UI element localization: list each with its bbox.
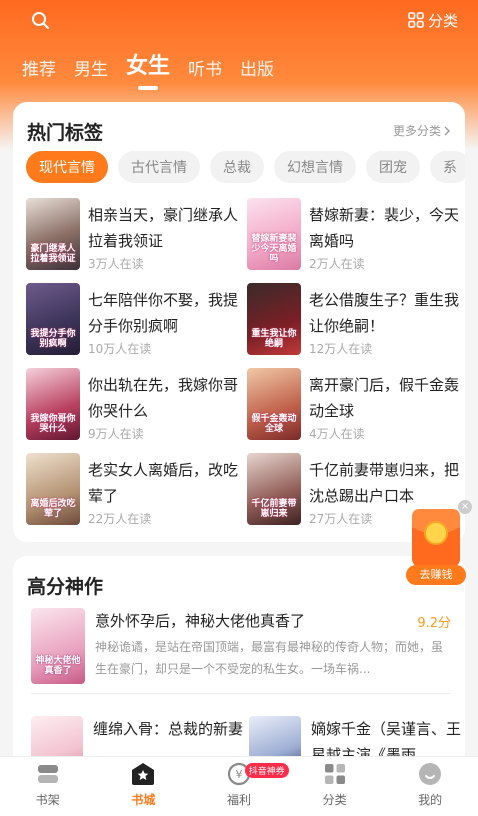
book-title: 千亿前妻带崽归来，把沈总踢出户口本 [309, 461, 460, 505]
book-description: 神秘诡谲，是站在帝国顶端，最富有最神秘的传奇人物；而她，虽生在豪门，却只是一个不… [95, 640, 444, 676]
book-title: 替嫁新妻：裴少，今天离婚吗 [309, 206, 460, 250]
earn-money-widget[interactable]: 去赚钱 [406, 507, 466, 585]
book-title: 意外怀孕后，神秘大佬他真香了 [95, 612, 306, 630]
bookshelf-icon [37, 765, 58, 783]
book-cover: 重生我让你绝嗣 [247, 283, 301, 355]
book-cover: 我嫁你哥你哭什么 [26, 368, 80, 440]
nav-welfare[interactable]: 抖音神券 ¥ 福利 [191, 757, 289, 816]
book-cover: 离婚后改吃荤了 [26, 453, 80, 525]
bookstore-icon [132, 763, 155, 785]
book-item[interactable]: 我嫁你哥你哭什么 你出轨在先，我嫁你哥你哭什么 9万人在读 [26, 368, 244, 444]
book-item[interactable]: 重生我让你绝嗣 老公借腹生子？重生我让你绝嗣！ 12万人在读 [247, 283, 465, 359]
book-title: 相亲当天，豪门继承人拉着我领证 [88, 206, 239, 250]
search-icon[interactable] [30, 10, 52, 32]
nav-label: 福利 [226, 793, 251, 807]
tag-chips: 现代言情 古代言情 总裁 幻想言情 团宠 系 [26, 151, 465, 183]
chip-more[interactable]: 系 [430, 151, 465, 183]
book-cover: 替嫁新妻裴少今天离婚吗 [247, 198, 301, 270]
book-score: 9.2分 [417, 616, 451, 631]
book-readers: 22万人在读 [88, 512, 152, 526]
category-button[interactable]: 分类 [408, 8, 458, 32]
profile-icon [419, 763, 442, 785]
nav-bookshelf[interactable]: 书架 [0, 757, 96, 816]
svg-text:¥: ¥ [235, 768, 242, 781]
book-cover: 神秘大佬他真香了 [31, 608, 85, 684]
chip-modern-romance[interactable]: 现代言情 [26, 151, 108, 183]
book-title: 老实女人离婚后，改吃荤了 [88, 461, 239, 505]
grid-icon [408, 12, 424, 28]
nav-label: 书架 [35, 793, 60, 807]
tab-recommend[interactable]: 推荐 [22, 55, 56, 90]
promo-badge: 抖音神券 [244, 763, 289, 778]
category-label: 分类 [427, 11, 458, 30]
book-cover: 我提分手你别疯啊 [26, 283, 80, 355]
book-item[interactable]: 替嫁新妻裴少今天离婚吗 替嫁新妻：裴少，今天离婚吗 2万人在读 [247, 198, 465, 274]
chevron-right-icon [444, 126, 450, 135]
nav-category[interactable]: 分类 [287, 757, 383, 816]
grid-icon [324, 764, 345, 784]
cover-text: 假千金轰动全球 [251, 414, 297, 434]
cover-text: 神秘大佬他真香了 [35, 656, 81, 676]
book-readers: 10万人在读 [88, 342, 152, 356]
tab-publish[interactable]: 出版 [240, 55, 274, 90]
nav-label: 书城 [131, 793, 156, 807]
book-item[interactable]: 豪门继承人拉着我领证 相亲当天，豪门继承人拉着我领证 3万人在读 [26, 198, 244, 274]
book-readers: 3万人在读 [88, 257, 144, 271]
cover-text: 豪门继承人拉着我领证 [30, 244, 76, 264]
book-readers: 12万人在读 [309, 342, 373, 356]
channel-tabs: 推荐 男生 女生 听书 出版 [22, 48, 274, 90]
tab-female[interactable]: 女生 [126, 48, 170, 90]
book-item[interactable]: 假千金轰动全球 离开豪门后，假千金轰动全球 4万人在读 [247, 368, 465, 444]
chip-ancient-romance[interactable]: 古代言情 [118, 151, 200, 183]
cover-text: 替嫁新妻裴少今天离婚吗 [251, 234, 297, 264]
nav-profile[interactable]: 我的 [382, 757, 478, 816]
book-title: 老公借腹生子？重生我让你绝嗣！ [309, 291, 460, 335]
earn-money-label: 去赚钱 [419, 568, 453, 581]
more-categories-link[interactable]: 更多分类 [393, 122, 451, 139]
hot-tags-card: 热门标签 更多分类 现代言情 古代言情 总裁 幻想言情 团宠 系 豪门继承人拉着… [13, 102, 465, 542]
book-item[interactable]: 离婚后改吃荤了 老实女人离婚后，改吃荤了 22万人在读 [26, 453, 244, 529]
chip-family-favorite[interactable]: 团宠 [366, 151, 420, 183]
nav-bookstore[interactable]: 书城 [96, 757, 192, 816]
book-item[interactable]: 我提分手你别疯啊 七年陪伴你不娶，我提分手你别疯啊 10万人在读 [26, 283, 244, 359]
nav-label: 分类 [322, 793, 347, 807]
cover-text: 千亿前妻带崽归来 [251, 499, 297, 519]
book-readers: 2万人在读 [309, 257, 365, 271]
book-readers: 4万人在读 [309, 427, 365, 441]
top-rated-card: 高分神作 神秘大佬他真香了 意外怀孕后，神秘大佬他真香了 9.2分 神秘诡谲，是… [13, 556, 465, 766]
chip-ceo[interactable]: 总裁 [210, 151, 264, 183]
section-title: 高分神作 [27, 576, 104, 598]
book-readers: 27万人在读 [309, 512, 373, 526]
nav-label: 我的 [418, 793, 443, 807]
section-title: 热门标签 [27, 122, 104, 144]
bottom-nav: 书架 书城 抖音神券 ¥ 福利 分类 我的 [0, 756, 478, 816]
book-title: 离开豪门后，假千金轰动全球 [309, 376, 460, 420]
cover-text: 重生我让你绝嗣 [251, 329, 297, 349]
tab-male[interactable]: 男生 [74, 55, 108, 90]
book-title: 七年陪伴你不娶，我提分手你别疯啊 [88, 291, 239, 335]
more-label: 更多分类 [392, 124, 441, 138]
cover-text: 我嫁你哥你哭什么 [30, 414, 76, 434]
book-cover: 假千金轰动全球 [247, 368, 301, 440]
top-bar: 分类 [0, 0, 478, 40]
featured-book[interactable]: 神秘大佬他真香了 意外怀孕后，神秘大佬他真香了 9.2分 神秘诡谲，是站在帝国顶… [31, 608, 451, 694]
book-title: 缠绵入骨：总裁的新妻 [93, 720, 244, 738]
book-title: 你出轨在先，我嫁你哥你哭什么 [88, 376, 239, 420]
book-cover: 千亿前妻带崽归来 [247, 453, 301, 525]
book-cover: 豪门继承人拉着我领证 [26, 198, 80, 270]
cover-text: 我提分手你别疯啊 [30, 329, 76, 349]
book-readers: 9万人在读 [88, 427, 144, 441]
chip-fantasy-romance[interactable]: 幻想言情 [274, 151, 356, 183]
tab-audiobook[interactable]: 听书 [188, 55, 222, 90]
cover-text: 离婚后改吃荤了 [30, 499, 76, 519]
